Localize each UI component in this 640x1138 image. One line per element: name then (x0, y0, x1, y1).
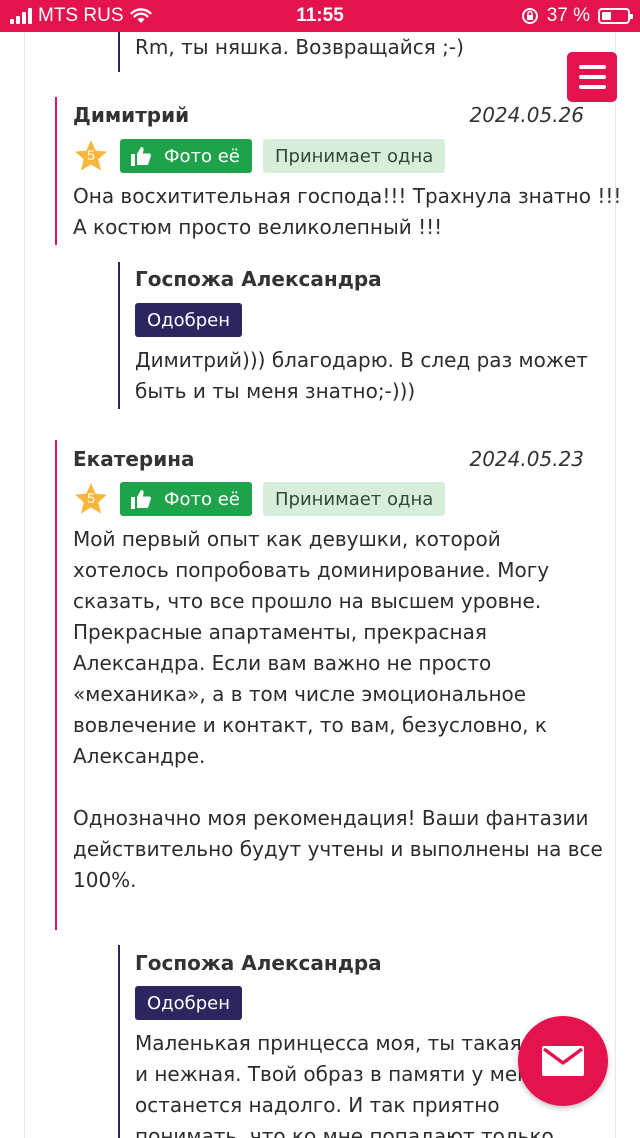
battery-percent: 37 % (546, 5, 590, 26)
rating-value: 5 (87, 147, 95, 163)
reply-text-line: понимать, что ко мне попадают только (135, 1124, 554, 1138)
review-text-line: Прекрасные апартаменты, прекрасная (73, 620, 487, 644)
review-text-line: действительно будут учтены и выполнены н… (73, 837, 603, 861)
accepts-alone-tag: Принимает одна (263, 139, 446, 173)
review-text-line: сказать, что все прошло на высшем уровне… (73, 589, 542, 613)
rating-star-badge: 5 (73, 139, 109, 173)
reply-author: Госпожа Александра (135, 951, 382, 975)
review-text-line: Мой первый опыт как девушки, которой (73, 527, 501, 551)
review-author: Димитрий (73, 103, 190, 127)
review-date: 2024.05.26 (469, 103, 584, 127)
photo-button-label: Фото её (164, 145, 240, 167)
review-accent-bar (55, 97, 57, 245)
review-accent-bar (55, 440, 57, 930)
reply-text-line: и нежная. Твой образ в памяти у меня (135, 1062, 543, 1086)
reply-text-line: Маленькая принцесса моя, ты такая м (135, 1031, 544, 1055)
thumbs-up-icon (131, 147, 151, 166)
thumbs-up-icon (131, 490, 151, 509)
review-text-line: Александре. (73, 744, 206, 768)
reply-accent-bar (118, 945, 120, 1138)
review-text-line: 100%. (73, 868, 137, 892)
reply-text-line: Димитрий))) благодарю. В след раз может (135, 348, 588, 372)
review-text-line: вовлечение и контакт, то вам, безусловно… (73, 713, 547, 737)
reply-author: Госпожа Александра (135, 267, 382, 291)
review-date: 2024.05.23 (469, 447, 584, 471)
approved-badge: Одобрен (135, 303, 242, 337)
review-text-line: А костюм просто великолепный !!! (73, 215, 443, 239)
photo-button[interactable]: Фото её (120, 139, 252, 173)
reply-accent-bar (118, 32, 120, 72)
rating-star-badge: 5 (73, 482, 109, 516)
photo-button-label: Фото её (164, 488, 240, 510)
rating-value: 5 (87, 490, 95, 506)
envelope-icon (542, 1046, 584, 1076)
reply-text-line: быть и ты меня знатно;-))) (135, 379, 416, 403)
approved-badge: Одобрен (135, 986, 242, 1020)
review-text-line: Александра. Если вам важно не просто (73, 651, 492, 675)
hamburger-menu-icon (578, 65, 606, 69)
reply-text-line: останется надолго. И так приятно (135, 1093, 500, 1117)
review-text-line: хотелось попробовать доминирование. Могу (73, 558, 550, 582)
status-bar: MTS RUS 11:55 37 % (0, 0, 640, 32)
review-text-line: Она восхитительная господа!!! Трахнула з… (73, 184, 622, 208)
review-text-line: «механика», а в том числе эмоциональное (73, 682, 527, 706)
reply-text-line: Rm, ты няшка. Возвращайся ;-) (135, 35, 464, 59)
battery-icon (598, 8, 633, 24)
hamburger-menu-button[interactable] (567, 52, 617, 102)
rotation-lock-icon (521, 8, 538, 24)
review-text-line: Однозначно моя рекомендация! Ваши фантаз… (73, 806, 589, 830)
review-author: Екатерина (73, 447, 195, 471)
accepts-alone-tag: Принимает одна (263, 482, 446, 516)
photo-button[interactable]: Фото её (120, 482, 252, 516)
reply-accent-bar (118, 262, 120, 409)
status-bar-right: 37 % (521, 5, 633, 27)
contact-mail-button[interactable] (518, 1016, 608, 1106)
